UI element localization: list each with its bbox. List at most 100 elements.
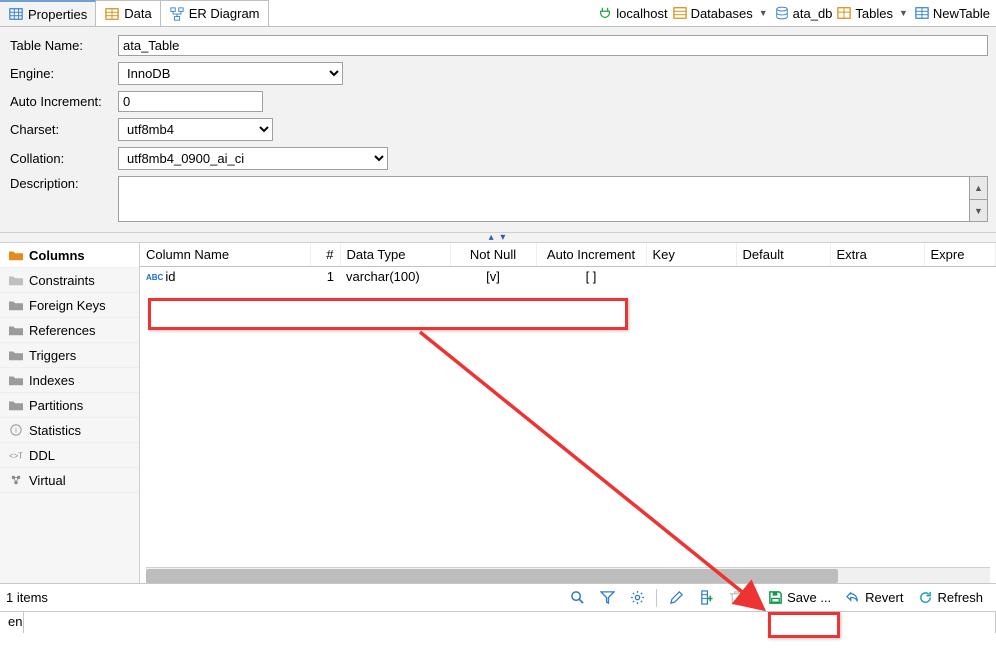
col-header-name[interactable]: Column Name	[140, 243, 310, 267]
database-icon	[774, 5, 790, 21]
cell-number[interactable]: 1	[310, 267, 340, 287]
breadcrumb: localhost Databases ▼ ata_db Tables ▼	[597, 5, 996, 21]
select-engine[interactable]: InnoDB	[118, 62, 343, 85]
label-description: Description:	[10, 176, 118, 191]
cell-autoinc[interactable]: [ ]	[536, 267, 646, 287]
breadcrumb-tables[interactable]: Tables	[836, 5, 893, 21]
column-add-icon	[698, 590, 714, 606]
select-collation[interactable]: utf8mb4_0900_ai_ci	[118, 147, 388, 170]
folder-icon	[8, 297, 24, 313]
input-auto-increment[interactable]	[118, 91, 263, 112]
label-charset: Charset:	[10, 122, 118, 137]
breadcrumb-table[interactable]: NewTable	[914, 5, 990, 21]
folder-icon	[8, 247, 24, 263]
cell-datatype[interactable]: varchar(100)	[340, 267, 450, 287]
cat-constraints[interactable]: Constraints	[0, 268, 139, 293]
col-header-key[interactable]: Key	[646, 243, 736, 267]
varchar-type-icon: ABC	[146, 273, 163, 282]
tab-label: ER Diagram	[189, 6, 260, 21]
grid-horizontal-scrollbar[interactable]	[146, 567, 990, 583]
folder-icon	[8, 397, 24, 413]
breadcrumb-database[interactable]: ata_db	[774, 5, 833, 21]
cat-statistics[interactable]: i Statistics	[0, 418, 139, 443]
col-header-notnull[interactable]: Not Null	[450, 243, 536, 267]
gear-icon	[629, 590, 645, 606]
settings-button[interactable]	[622, 587, 652, 609]
chevron-down-icon[interactable]: ▼	[897, 8, 910, 18]
cat-references[interactable]: References	[0, 318, 139, 343]
col-header-default[interactable]: Default	[736, 243, 830, 267]
delete-button[interactable]	[721, 587, 751, 609]
scrollbar-thumb[interactable]	[146, 569, 838, 583]
cat-ddl[interactable]: <>T DDL	[0, 443, 139, 468]
filter-button[interactable]	[592, 587, 622, 609]
cell-extra[interactable]	[830, 267, 924, 287]
tab-data[interactable]: Data	[96, 0, 160, 26]
col-header-datatype[interactable]: Data Type	[340, 243, 450, 267]
virtual-icon	[8, 472, 24, 488]
textarea-description[interactable]	[118, 176, 970, 222]
cell-default[interactable]	[736, 267, 830, 287]
breadcrumb-label: ata_db	[793, 6, 833, 21]
save-icon	[767, 590, 783, 606]
diagram-icon	[169, 6, 185, 22]
col-header-number[interactable]: #	[310, 243, 340, 267]
spinner-up-icon[interactable]: ▲	[970, 176, 988, 199]
tab-label: Properties	[28, 7, 87, 22]
cat-label: Triggers	[29, 348, 76, 363]
search-button[interactable]	[562, 587, 592, 609]
spinner-down-icon[interactable]: ▼	[970, 199, 988, 222]
col-header-extra[interactable]: Extra	[830, 243, 924, 267]
locale-cell[interactable]: en	[0, 612, 24, 633]
add-column-button[interactable]	[691, 587, 721, 609]
svg-text:<>T: <>T	[9, 452, 23, 461]
refresh-button[interactable]: Refresh	[910, 587, 990, 609]
chevron-down-icon[interactable]: ▼	[757, 8, 770, 18]
label-collation: Collation:	[10, 151, 118, 166]
folder-icon	[8, 347, 24, 363]
revert-button[interactable]: Revert	[838, 587, 910, 609]
cat-label: Statistics	[29, 423, 81, 438]
cell-expr[interactable]	[924, 267, 996, 287]
toolbar-divider	[656, 589, 657, 607]
col-header-expression[interactable]: Expre	[924, 243, 996, 267]
breadcrumb-label: localhost	[616, 6, 667, 21]
col-header-autoinc[interactable]: Auto Increment	[536, 243, 646, 267]
cat-label: Virtual	[29, 473, 66, 488]
breadcrumb-connection[interactable]: localhost	[597, 5, 667, 21]
cat-virtual[interactable]: Virtual	[0, 468, 139, 493]
cell-key[interactable]	[646, 267, 736, 287]
grid-header-row: Column Name # Data Type Not Null Auto In…	[140, 243, 996, 267]
breadcrumb-label: Tables	[855, 6, 893, 21]
label-auto-increment: Auto Increment:	[10, 94, 118, 109]
description-spinner: ▲ ▼	[970, 176, 988, 222]
table-row[interactable]: ABCid 1 varchar(100) [v] [ ]	[140, 267, 996, 287]
folder-icon	[8, 272, 24, 288]
breadcrumb-databases[interactable]: Databases	[672, 5, 753, 21]
horizontal-splitter[interactable]: ▴ ▾	[0, 233, 996, 243]
input-table-name[interactable]	[118, 35, 988, 56]
cell-column-name[interactable]: ABCid	[140, 267, 310, 287]
cat-triggers[interactable]: Triggers	[0, 343, 139, 368]
filter-icon	[599, 590, 615, 606]
cat-partitions[interactable]: Partitions	[0, 393, 139, 418]
cat-label: Partitions	[29, 398, 83, 413]
tab-label: Data	[124, 6, 151, 21]
save-button[interactable]: Save ...	[760, 587, 838, 609]
folder-icon	[8, 322, 24, 338]
select-charset[interactable]: utf8mb4	[118, 118, 273, 141]
search-icon	[569, 590, 585, 606]
cell-text: id	[165, 269, 175, 284]
cell-notnull[interactable]: [v]	[450, 267, 536, 287]
columns-grid[interactable]: Column Name # Data Type Not Null Auto In…	[140, 243, 996, 286]
cat-foreign-keys[interactable]: Foreign Keys	[0, 293, 139, 318]
databases-icon	[672, 5, 688, 21]
cat-indexes[interactable]: Indexes	[0, 368, 139, 393]
cat-columns[interactable]: Columns	[0, 243, 139, 268]
edit-button[interactable]	[661, 587, 691, 609]
tab-properties[interactable]: Properties	[0, 0, 96, 26]
bottom-strip: en	[0, 611, 996, 633]
plug-icon	[597, 5, 613, 21]
tab-er-diagram[interactable]: ER Diagram	[161, 0, 269, 26]
svg-text:i: i	[15, 426, 17, 435]
